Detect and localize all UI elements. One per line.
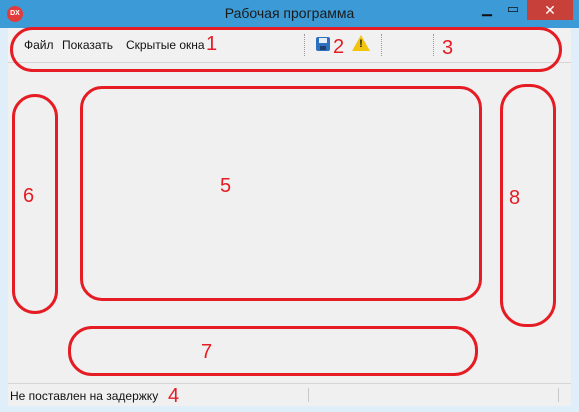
annotation-number-6: 6 — [23, 185, 35, 207]
maximize-button[interactable]: ▭ — [500, 0, 526, 20]
annotation-outline-5 — [80, 86, 482, 301]
annotation-outline-1 — [10, 27, 562, 72]
annotation-number-5: 5 — [220, 175, 232, 197]
title-bar: DX Рабочая программа ▁ ▭ ✕ — [0, 0, 579, 28]
annotation-outline-6 — [12, 94, 58, 314]
annotation-number-2: 2 — [333, 36, 345, 58]
status-separator — [308, 388, 309, 402]
status-text: Не поставлен на задержку — [10, 389, 159, 403]
annotation-outline-7 — [68, 326, 478, 376]
app-window: DX Рабочая программа ▁ ▭ ✕ Файл Показать… — [0, 0, 579, 412]
status-bar: Не поставлен на задержку — [8, 383, 571, 406]
annotation-number-3: 3 — [442, 37, 454, 59]
annotation-number-4: 4 — [168, 385, 180, 407]
annotation-number-1: 1 — [206, 33, 218, 55]
minimize-button[interactable]: ▁ — [474, 0, 500, 20]
annotation-number-7: 7 — [201, 341, 213, 363]
close-button[interactable]: ✕ — [527, 0, 573, 20]
status-separator — [558, 388, 559, 402]
annotation-number-8: 8 — [509, 187, 521, 209]
